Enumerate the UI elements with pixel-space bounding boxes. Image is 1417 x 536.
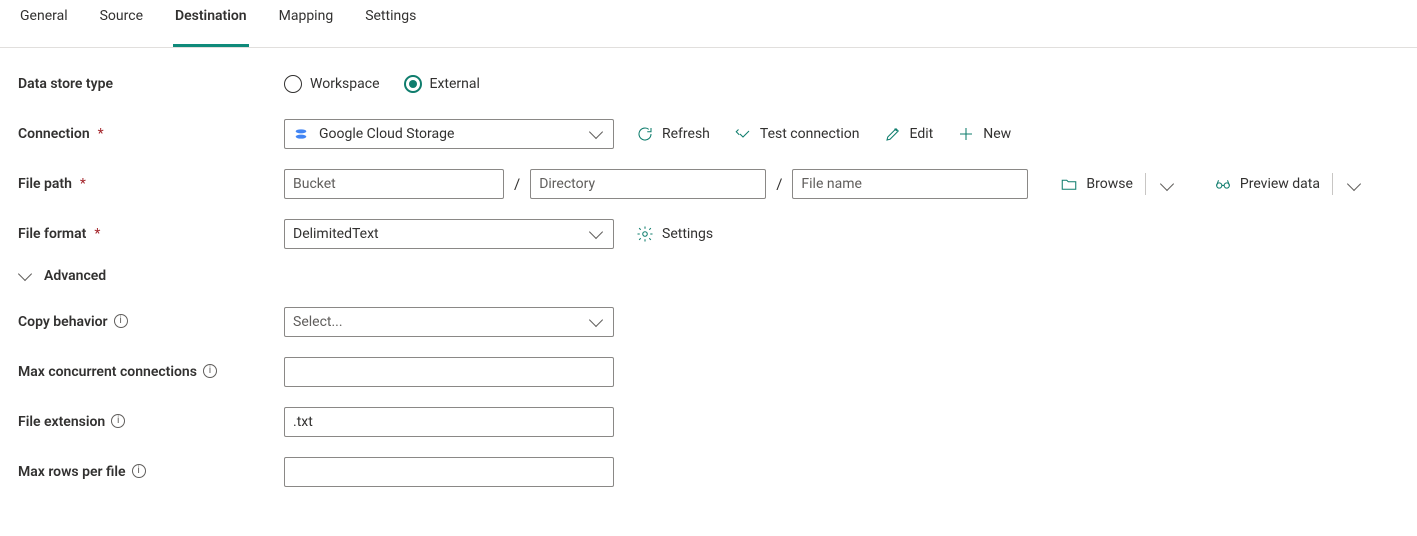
test-connection-label: Test connection [760,126,860,142]
directory-input[interactable] [539,170,757,198]
file-extension-input[interactable] [293,408,605,436]
browse-label: Browse [1086,176,1132,192]
label-connection: Connection [18,126,90,142]
google-cloud-storage-icon [293,126,309,142]
glasses-icon [1214,175,1232,193]
file-format-settings-label: Settings [662,226,713,242]
file-format-value: DelimitedText [293,226,583,242]
chevron-down-icon [589,125,603,139]
row-file-extension: File extension i [18,406,1399,438]
file-extension-input-wrapper [284,407,614,437]
path-separator: / [514,175,520,193]
label-max-concurrent: Max concurrent connections [18,364,197,380]
gear-icon [636,225,654,243]
row-max-rows: Max rows per file i [18,456,1399,488]
folder-icon [1060,175,1078,193]
split-divider [1332,173,1333,195]
copy-behavior-select[interactable]: Select... [284,307,614,337]
preview-data-label: Preview data [1240,176,1320,192]
chevron-down-icon [18,267,32,281]
tab-mapping[interactable]: Mapping [277,0,336,47]
refresh-icon [636,125,654,143]
max-concurrent-input[interactable] [293,358,605,386]
label-file-extension: File extension [18,414,105,430]
chevron-down-icon [1160,177,1174,191]
edit-connection-label: Edit [910,126,934,142]
label-max-rows: Max rows per file [18,464,126,480]
tab-general[interactable]: General [18,0,70,47]
plus-icon [957,125,975,143]
tab-source[interactable]: Source [98,0,145,47]
connection-select[interactable]: Google Cloud Storage [284,119,614,149]
new-connection-label: New [983,126,1011,142]
preview-options-button[interactable] [1343,175,1365,193]
row-max-concurrent: Max concurrent connections i [18,356,1399,388]
required-indicator: * [94,226,100,242]
radio-workspace-label: Workspace [310,76,380,92]
radio-icon-checked [404,75,422,93]
advanced-label: Advanced [44,268,106,284]
info-icon[interactable]: i [203,364,217,378]
label-file-path: File path [18,176,72,192]
test-connection-button[interactable]: Test connection [732,121,862,147]
row-file-format: File format * DelimitedText Settings [18,218,1399,250]
preview-data-button[interactable]: Preview data [1212,171,1322,197]
required-indicator: * [80,176,86,192]
chevron-down-icon [589,225,603,239]
bucket-input[interactable] [293,170,495,198]
radio-workspace[interactable]: Workspace [284,75,380,93]
chevron-down-icon [589,313,603,327]
row-file-path: File path * / / Browse [18,168,1399,200]
radio-icon [284,75,302,93]
edit-connection-button[interactable]: Edit [882,121,936,147]
radio-external[interactable]: External [404,75,480,93]
bucket-input-wrapper [284,169,504,199]
browse-button[interactable]: Browse [1058,171,1134,197]
file-name-input[interactable] [801,170,1019,198]
file-format-select[interactable]: DelimitedText [284,219,614,249]
info-icon[interactable]: i [111,414,125,428]
tab-bar: General Source Destination Mapping Setti… [0,0,1417,48]
browse-options-button[interactable] [1156,175,1178,193]
pencil-icon [884,125,902,143]
tab-destination[interactable]: Destination [173,0,249,47]
connection-value: Google Cloud Storage [319,126,454,142]
advanced-toggle[interactable]: Advanced [18,268,1399,284]
tab-settings[interactable]: Settings [363,0,418,47]
label-copy-behavior: Copy behavior [18,314,108,330]
info-icon[interactable]: i [132,464,146,478]
file-format-settings-button[interactable]: Settings [634,221,715,247]
plug-icon [734,125,752,143]
row-connection: Connection * Google Cloud Storage Refres… [18,118,1399,150]
info-icon[interactable]: i [114,314,128,328]
chevron-down-icon [1347,177,1361,191]
label-data-store-type: Data store type [18,76,113,92]
label-file-format: File format [18,226,86,242]
directory-input-wrapper [530,169,766,199]
file-name-input-wrapper [792,169,1028,199]
max-rows-input[interactable] [293,458,605,486]
new-connection-button[interactable]: New [955,121,1013,147]
copy-behavior-placeholder: Select... [293,314,583,330]
path-separator: / [776,175,782,193]
required-indicator: * [98,126,104,142]
radio-external-label: External [430,76,480,92]
row-data-store-type: Data store type Workspace External [18,68,1399,100]
row-copy-behavior: Copy behavior i Select... [18,306,1399,338]
split-divider [1145,173,1146,195]
max-rows-input-wrapper [284,457,614,487]
radio-group-data-store-type: Workspace External [284,75,480,93]
refresh-button[interactable]: Refresh [634,121,712,147]
max-concurrent-input-wrapper [284,357,614,387]
refresh-label: Refresh [662,126,710,142]
